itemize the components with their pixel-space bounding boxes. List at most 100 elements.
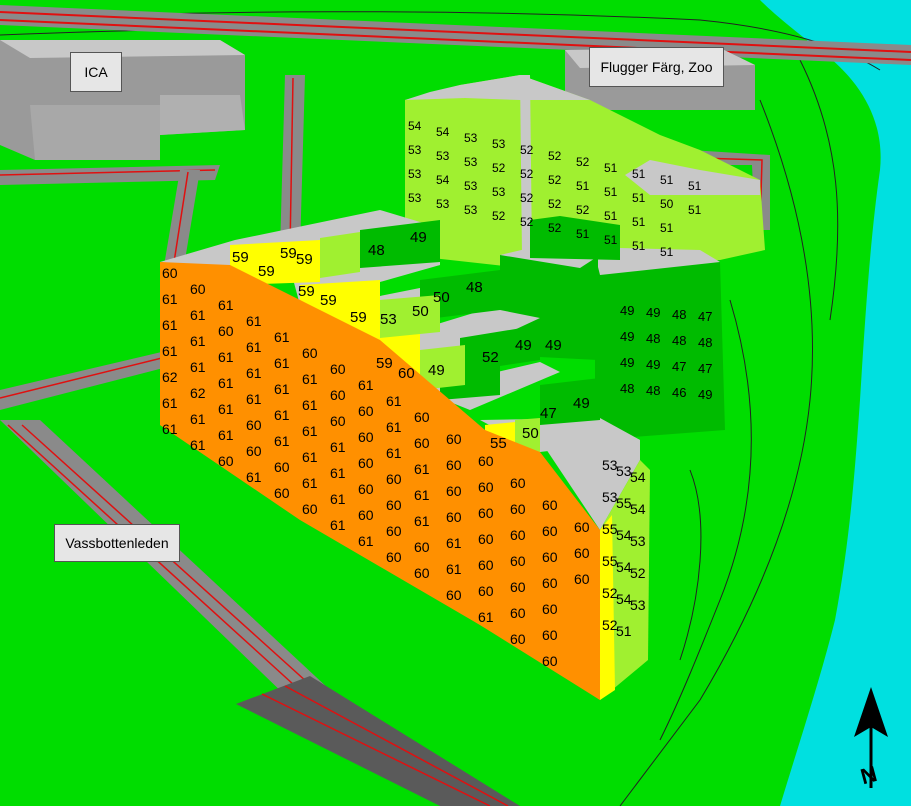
orange-facade-value: 60: [446, 431, 462, 447]
dark-green-facade-value: 47: [698, 361, 712, 376]
light-green-facade-value: 53: [408, 191, 422, 205]
orange-facade-value: 61: [302, 475, 318, 491]
dark-green-facade-value: 46: [672, 385, 686, 400]
terrace-value: 55: [490, 435, 507, 452]
light-green-facade-value: 51: [688, 203, 702, 217]
light-green-facade-value: 51: [604, 161, 618, 175]
light-green-facade-value: 51: [632, 167, 646, 181]
orange-facade-value: 60: [330, 387, 346, 403]
light-green-facade-value: 51: [632, 239, 646, 253]
terrace-value: 48: [466, 279, 483, 296]
side-facade-value: 52: [630, 565, 646, 581]
light-green-facade-value: 51: [632, 215, 646, 229]
orange-facade-value: 61: [330, 517, 346, 533]
terrace-value: 49: [428, 362, 445, 379]
terrace-value: 59: [298, 283, 315, 300]
light-green-facade-value: 52: [548, 149, 562, 163]
orange-facade-value: 61: [274, 329, 290, 345]
orange-facade-value: 60: [218, 453, 234, 469]
orange-facade-value: 61: [162, 395, 178, 411]
dark-green-facade-value: 49: [646, 357, 660, 372]
dark-green-facade-value: 49: [620, 355, 634, 370]
light-green-facade-value: 51: [604, 209, 618, 223]
terrace-value: 53: [380, 311, 397, 328]
side-facade-value: 53: [630, 597, 646, 613]
light-green-facade-value: 51: [660, 173, 674, 187]
light-green-facade-value: 53: [464, 131, 478, 145]
light-green-facade-value: 52: [548, 197, 562, 211]
orange-facade-value: 60: [274, 485, 290, 501]
orange-facade-value: 60: [542, 575, 558, 591]
orange-facade-value: 60: [246, 443, 262, 459]
orange-facade-value: 61: [358, 377, 374, 393]
orange-facade-value: 60: [274, 459, 290, 475]
orange-facade-value: 60: [478, 557, 494, 573]
dark-green-facade-value: 49: [620, 329, 634, 344]
orange-facade-value: 60: [478, 583, 494, 599]
orange-facade-value: 60: [414, 539, 430, 555]
orange-facade-value: 60: [414, 409, 430, 425]
light-green-facade-value: 51: [660, 221, 674, 235]
orange-facade-value: 61: [358, 533, 374, 549]
orange-facade-value: 60: [358, 507, 374, 523]
orange-facade-value: 60: [510, 475, 526, 491]
orange-facade-value: 60: [190, 281, 206, 297]
orange-facade-value: 60: [510, 553, 526, 569]
light-green-facade-value: 51: [576, 227, 590, 241]
orange-facade-value: 60: [358, 481, 374, 497]
orange-facade-value: 61: [246, 365, 262, 381]
orange-facade-value: 60: [446, 509, 462, 525]
orange-facade-value: 61: [218, 375, 234, 391]
orange-facade-value: 61: [274, 355, 290, 371]
orange-facade-value: 62: [190, 385, 206, 401]
orange-facade-value: 60: [510, 631, 526, 647]
orange-facade-value: 60: [510, 579, 526, 595]
orange-facade-value: 61: [446, 561, 462, 577]
terrace-value: 60: [398, 365, 415, 382]
orange-facade-value: 61: [386, 393, 402, 409]
light-green-facade-value: 52: [520, 167, 534, 181]
orange-facade-value: 61: [386, 445, 402, 461]
orange-facade-value: 61: [190, 411, 206, 427]
orange-facade-value: 61: [190, 307, 206, 323]
orange-facade-value: 61: [162, 291, 178, 307]
side-facade-value: 51: [616, 623, 632, 639]
label-flugger: Flugger Färg, Zoo: [589, 47, 724, 87]
orange-facade-value: 61: [446, 535, 462, 551]
dark-green-facade-value: 48: [672, 307, 686, 322]
orange-facade-value: 61: [274, 433, 290, 449]
terrace-value: 48: [368, 242, 385, 259]
terrace-value: 47: [540, 405, 557, 422]
orange-facade-value: 60: [446, 457, 462, 473]
dark-green-facade-value: 49: [698, 387, 712, 402]
light-green-facade-value: 52: [520, 191, 534, 205]
light-green-facade-value: 51: [632, 191, 646, 205]
north-arrow-icon: N: [854, 687, 888, 789]
orange-facade-value: 61: [274, 381, 290, 397]
orange-facade-value: 60: [478, 531, 494, 547]
orange-facade-value: 60: [542, 549, 558, 565]
light-green-facade-value: 53: [436, 149, 450, 163]
orange-facade-value: 60: [414, 435, 430, 451]
dark-green-facade-value: 48: [646, 331, 660, 346]
dark-green-facade-value: 48: [620, 381, 634, 396]
light-green-facade-value: 52: [548, 221, 562, 235]
orange-facade-value: 60: [358, 455, 374, 471]
light-green-facade-value: 53: [492, 137, 506, 151]
orange-facade-value: 60: [330, 361, 346, 377]
terrace-value: 49: [515, 337, 532, 354]
label-ica: ICA: [70, 52, 122, 92]
orange-facade-value: 61: [302, 423, 318, 439]
orange-facade-value: 61: [162, 343, 178, 359]
orange-facade-value: 60: [478, 505, 494, 521]
light-green-facade-value: 52: [520, 215, 534, 229]
noise-map-scene: 60 61 61 61 62 61 61 60 61 61 61 62 61 61 61 60 61 61 61 61…: [0, 0, 911, 806]
orange-facade-value: 60: [302, 345, 318, 361]
dark-green-facade-value: 47: [672, 359, 686, 374]
light-green-facade-value: 51: [660, 245, 674, 259]
orange-facade-value: 60: [386, 471, 402, 487]
orange-facade-value: 60: [542, 601, 558, 617]
orange-facade-value: 60: [330, 413, 346, 429]
light-green-facade-value: 51: [604, 233, 618, 247]
light-green-facade-value: 53: [464, 179, 478, 193]
